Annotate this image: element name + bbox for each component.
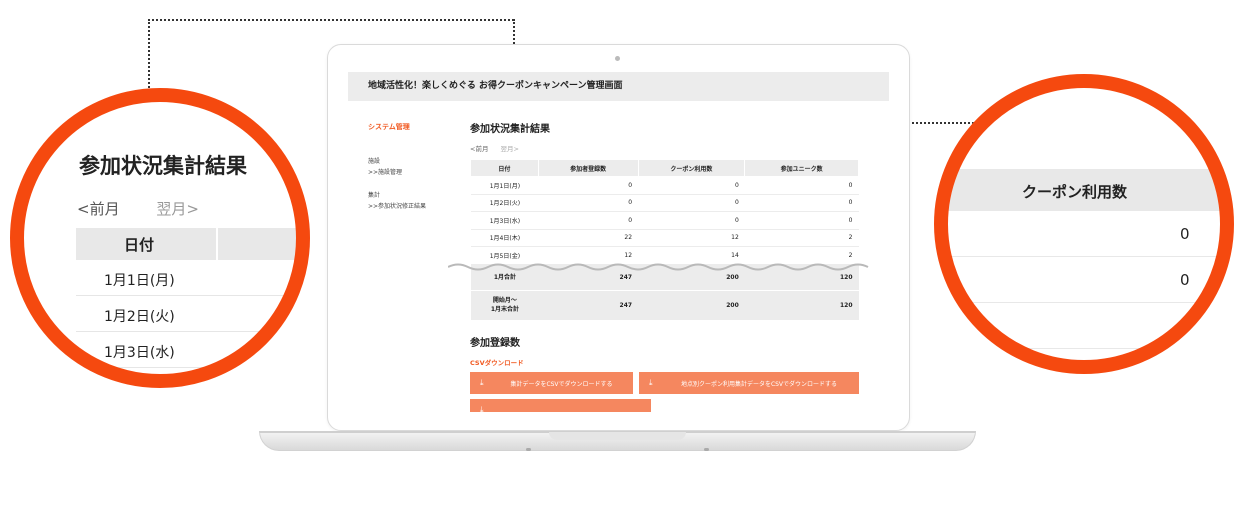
cell-coupons: 0 bbox=[638, 211, 745, 230]
cell-registrations: 0 bbox=[538, 194, 639, 212]
cell-coupons: 12 bbox=[638, 229, 745, 247]
zoom-month-nav: <前月 翌月> bbox=[77, 198, 199, 219]
sidebar-group-facility: 施設 bbox=[368, 158, 381, 165]
download-location-coupon-csv-button[interactable]: ⤓ 地点別クーポン利用集計データをCSVでダウンロードする bbox=[639, 372, 859, 394]
cumulative-label-line2: 1月末合計 bbox=[490, 306, 519, 313]
cell-date: 1月3日(水) bbox=[470, 211, 539, 230]
table-row: 1月4日(木) 22 12 2 bbox=[470, 229, 859, 247]
zoom-row: 1月3日(水) bbox=[76, 332, 310, 368]
zoom-row-date: 1月2日(火) bbox=[104, 309, 175, 325]
laptop-foot-right bbox=[704, 448, 709, 451]
table-header-row: 日付 参加者登録数 クーポン利用数 参加ユニーク数 bbox=[470, 159, 859, 177]
table-break-wave bbox=[448, 263, 869, 271]
zoom-row: 0 bbox=[934, 211, 1234, 257]
zoom-column-coupons: クーポン利用数 bbox=[1022, 183, 1128, 201]
column-coupons: クーポン利用数 bbox=[637, 159, 746, 177]
download-csv-button-3[interactable]: ⤓ bbox=[470, 399, 651, 412]
cell-date: 1月4日(木) bbox=[470, 229, 539, 247]
download-icon: ⤓ bbox=[480, 405, 484, 412]
table-row: 1月2日(火) 0 0 0 bbox=[470, 194, 859, 212]
table-row: 1月3日(水) 0 0 0 bbox=[470, 211, 859, 230]
screen: 地域活性化！楽しくめぐる お得クーポンキャンペーン管理画面 システム管理 施設 … bbox=[348, 72, 889, 412]
laptop-notch bbox=[549, 432, 686, 440]
cell-coupons: 0 bbox=[638, 194, 745, 212]
connector-line-left bbox=[148, 19, 150, 95]
zoom-circle-left: 参加状況集計結果 <前月 翌月> 日付 1月1日(月) 1月2日(火) 1月3日… bbox=[10, 88, 310, 388]
cell-date: 1月1日(月) bbox=[470, 176, 539, 195]
zoom-row: 1月1日(月) bbox=[76, 260, 310, 296]
camera-icon bbox=[615, 56, 620, 61]
sidebar-group-aggregate: 集計 bbox=[368, 192, 381, 199]
cell-registrations: 0 bbox=[538, 211, 639, 230]
connector-line-top bbox=[148, 19, 514, 21]
month-nav: <前月 翌月> bbox=[470, 143, 862, 153]
cell-cumulative-registrations: 247 bbox=[538, 290, 639, 321]
zoom-column-date: 日付 bbox=[124, 236, 155, 254]
column-unique: 参加ユニーク数 bbox=[744, 159, 859, 177]
cell-cumulative-coupons: 200 bbox=[638, 290, 745, 321]
zoom-row: 0 bbox=[934, 257, 1234, 303]
main-content: 参加状況集計結果 <前月 翌月> 日付 参加者登録数 クーポン利用数 参加ユニー… bbox=[470, 120, 862, 321]
column-date: 日付 bbox=[470, 159, 539, 177]
cell-cumulative-unique: 120 bbox=[744, 290, 859, 321]
zoom-row-date: 1月1日(月) bbox=[104, 273, 175, 289]
zoom-next-month: 翌月> bbox=[156, 200, 199, 218]
cell-registrations: 22 bbox=[538, 229, 639, 247]
zoom-row-value: 0 bbox=[1180, 271, 1190, 289]
prev-month-link[interactable]: <前月 bbox=[470, 145, 488, 153]
sidebar: システム管理 施設 >>施設管理 集計 >>参加状況修正結果 bbox=[368, 122, 468, 224]
sidebar-item-facility-management[interactable]: >>施設管理 bbox=[368, 167, 468, 176]
app-title: 地域活性化！楽しくめぐる お得クーポンキャンペーン管理画面 bbox=[348, 72, 889, 101]
column-divider bbox=[216, 228, 218, 260]
download-icon: ⤓ bbox=[480, 378, 484, 387]
zoom-row-date: 1月3日(水) bbox=[104, 345, 175, 361]
zoom-row: 1月2日(火) bbox=[76, 296, 310, 332]
registrations-section: 参加登録数 CSVダウンロード bbox=[470, 334, 524, 367]
csv-download-label: CSVダウンロード bbox=[470, 359, 524, 367]
zoom-page-title: 参加状況集計結果 bbox=[79, 154, 247, 178]
column-registrations: 参加者登録数 bbox=[537, 159, 639, 177]
section-title: 参加登録数 bbox=[470, 338, 520, 349]
cell-unique: 0 bbox=[744, 176, 859, 195]
download-icon: ⤓ bbox=[649, 378, 653, 387]
table-row: 1月1日(月) 0 0 0 bbox=[470, 176, 859, 195]
laptop-foot-left bbox=[526, 448, 531, 451]
cell-date: 1月2日(火) bbox=[470, 194, 539, 212]
cell-cumulative-label: 開始月〜 1月末合計 bbox=[470, 290, 539, 321]
page-title: 参加状況集計結果 bbox=[470, 124, 550, 135]
next-month-link[interactable]: 翌月> bbox=[501, 145, 519, 153]
zoom-circle-right: クーポン利用数 0 0 0 bbox=[934, 74, 1234, 374]
sidebar-item-system[interactable]: システム管理 bbox=[368, 122, 468, 132]
zoom-column-header: クーポン利用数 bbox=[934, 169, 1234, 211]
button-label: 地点別クーポン利用集計データをCSVでダウンロードする bbox=[680, 380, 838, 388]
zoom-row-value: 0 bbox=[1180, 225, 1190, 243]
participation-table: 日付 参加者登録数 クーポン利用数 参加ユニーク数 1月1日(月) 0 0 0 … bbox=[470, 159, 859, 321]
cell-unique: 2 bbox=[744, 229, 859, 247]
zoom-column-header: 日付 bbox=[76, 228, 310, 260]
zoom-row: 0 bbox=[934, 303, 1234, 349]
cumulative-label-line1: 開始月〜 bbox=[492, 297, 517, 304]
table-row-cumulative-total: 開始月〜 1月末合計 247 200 120 bbox=[470, 290, 859, 321]
download-summary-csv-button[interactable]: ⤓ 集計データをCSVでダウンロードする bbox=[470, 372, 633, 394]
cell-unique: 0 bbox=[744, 211, 859, 230]
button-label: 集計データをCSVでダウンロードする bbox=[510, 380, 613, 388]
sidebar-item-participation-results[interactable]: >>参加状況修正結果 bbox=[368, 201, 468, 210]
zoom-row-value: 0 bbox=[1180, 317, 1190, 335]
cell-coupons: 0 bbox=[638, 176, 745, 195]
cell-registrations: 0 bbox=[538, 176, 639, 195]
cell-unique: 0 bbox=[744, 194, 859, 212]
zoom-prev-month: <前月 bbox=[77, 200, 120, 218]
